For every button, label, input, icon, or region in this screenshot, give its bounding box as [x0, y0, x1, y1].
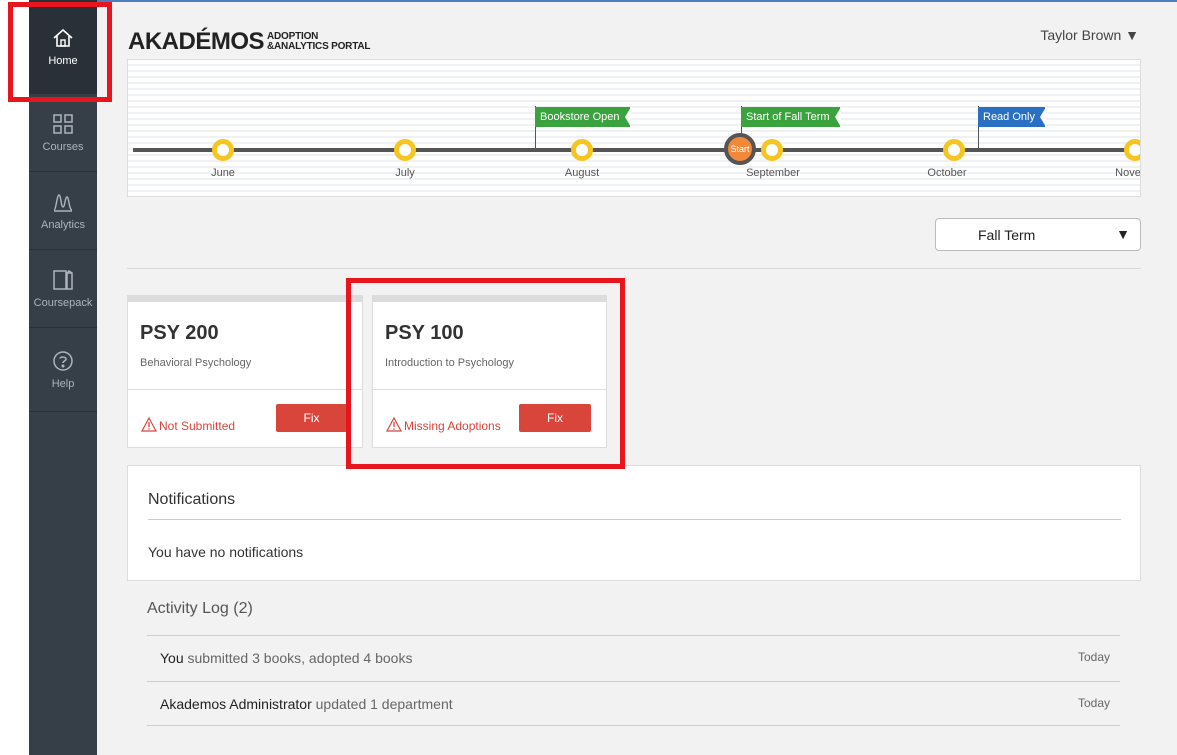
course-card-psy100[interactable]: PSY 100 Introduction to Psychology Missi…: [372, 295, 607, 448]
timeline-marker: [571, 139, 593, 161]
course-card-psy200[interactable]: PSY 200 Behavioral Psychology Not Submit…: [127, 295, 363, 448]
course-name: Introduction to Psychology: [385, 357, 515, 369]
help-icon: [52, 350, 74, 372]
sidebar-item-label: Home: [48, 54, 78, 67]
activity-log-title: Activity Log (2): [147, 600, 253, 617]
flag-start-of-fall-term: Start of Fall Term: [741, 107, 841, 127]
warning-icon: [140, 416, 159, 435]
activity-divider: [147, 725, 1120, 726]
month-label: August: [564, 167, 600, 179]
logo-main-text: AKADÉMOS: [128, 28, 265, 55]
fix-button[interactable]: Fix: [276, 404, 347, 432]
sidebar-item-home[interactable]: Home: [29, 0, 97, 94]
activity-actor: Akademos Administrator: [160, 696, 312, 712]
sidebar-item-analytics[interactable]: Analytics: [29, 172, 97, 250]
course-status-text: Not Submitted: [159, 419, 236, 433]
notifications-divider: [148, 519, 1121, 520]
notifications-empty-text: You have no notifications: [148, 544, 304, 560]
main-content: AKADÉMOS ADOPTION &ANALYTICS PORTAL Tayl…: [97, 0, 1177, 755]
course-status: Not Submitted: [140, 416, 236, 435]
grid-icon: [52, 113, 74, 135]
notifications-panel: Notifications You have no notifications: [127, 465, 1141, 581]
timeline-marker: [394, 139, 416, 161]
activity-time: Today: [1077, 696, 1110, 710]
course-code: PSY 200: [140, 322, 219, 344]
timeline-marker: [943, 139, 965, 161]
month-label: Nove: [1115, 167, 1141, 179]
month-label: July: [395, 167, 415, 179]
logo-sub-text: ADOPTION &ANALYTICS PORTAL: [267, 32, 370, 52]
timeline-marker: [761, 139, 783, 161]
activity-divider: [147, 681, 1120, 682]
card-divider: [373, 389, 606, 390]
activity-text: Akademos Administrator updated 1 departm…: [160, 696, 453, 712]
course-code: PSY 100: [385, 322, 464, 344]
analytics-icon: [52, 191, 74, 213]
term-timeline: Bookstore Open Start of Fall Term Read O…: [127, 59, 1141, 197]
warning-icon: [385, 416, 404, 435]
sidebar-item-courses[interactable]: Courses: [29, 94, 97, 172]
sidebar-item-coursepack[interactable]: Coursepack: [29, 250, 97, 328]
sidebar-item-label: Analytics: [40, 218, 86, 231]
course-name: Behavioral Psychology: [140, 357, 252, 369]
activity-row: You submitted 3 books, adopted 4 books T…: [147, 637, 1120, 681]
section-divider: [127, 268, 1141, 269]
start-marker: Start: [724, 133, 756, 165]
activity-action: submitted 3 books, adopted 4 books: [187, 650, 413, 666]
timeline-marker: [1124, 139, 1140, 161]
book-icon: [52, 269, 74, 291]
chevron-down-icon: ▼: [1116, 226, 1130, 242]
month-label: October: [927, 167, 967, 179]
timeline-marker: [212, 139, 234, 161]
sidebar-item-label: Coursepack: [33, 296, 93, 309]
sidebar-item-label: Help: [51, 377, 75, 390]
user-menu[interactable]: Taylor Brown ▼: [1040, 27, 1139, 43]
card-divider: [128, 389, 362, 390]
month-label: September: [746, 167, 800, 179]
sidebar-item-label: Courses: [42, 140, 84, 153]
activity-action: updated 1 department: [315, 696, 453, 712]
logo-sub-bottom: &ANALYTICS PORTAL: [267, 41, 371, 52]
activity-actor: You: [160, 650, 184, 666]
term-select-value: Fall Term: [978, 227, 1036, 243]
term-select[interactable]: Fall Term ▼: [935, 218, 1141, 251]
course-status: Missing Adoptions: [385, 416, 501, 435]
notifications-title: Notifications: [148, 491, 236, 508]
activity-time: Today: [1077, 650, 1110, 664]
fix-button[interactable]: Fix: [519, 404, 591, 432]
activity-text: You submitted 3 books, adopted 4 books: [160, 650, 412, 666]
flag-read-only: Read Only: [978, 107, 1046, 127]
sidebar-item-help[interactable]: Help: [29, 328, 97, 412]
timeline-track: [133, 148, 1140, 152]
month-label: June: [211, 167, 235, 179]
course-status-text: Missing Adoptions: [404, 419, 501, 433]
flag-bookstore-open: Bookstore Open: [535, 107, 630, 127]
activity-row: Akademos Administrator updated 1 departm…: [147, 683, 1120, 727]
app-logo: AKADÉMOS ADOPTION &ANALYTICS PORTAL: [128, 28, 370, 56]
home-icon: [52, 27, 74, 49]
activity-divider: [147, 635, 1120, 636]
